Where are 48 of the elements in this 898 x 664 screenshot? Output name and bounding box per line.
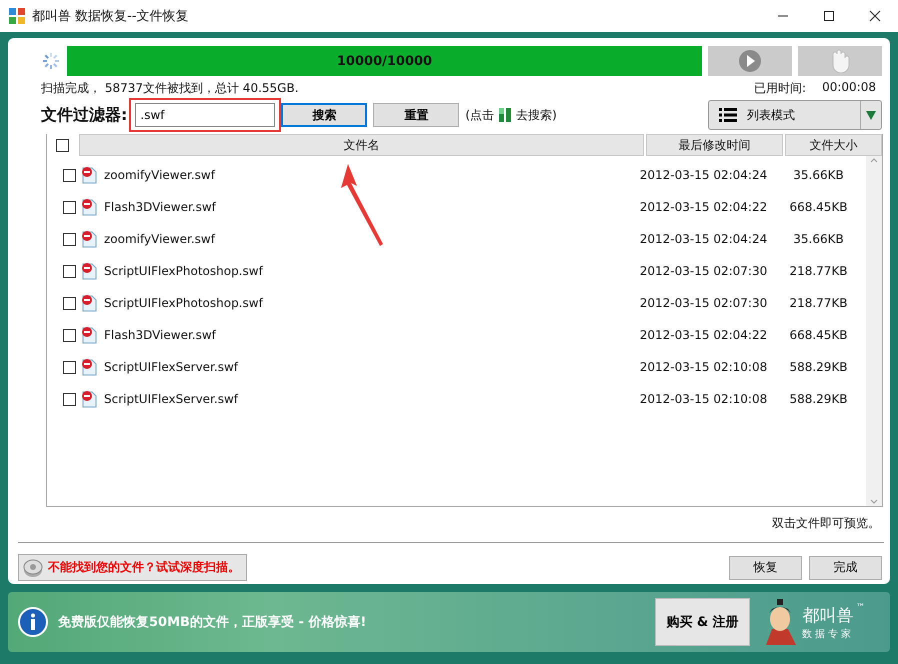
modified-time: 2012-03-15 02:04:22 xyxy=(638,328,768,342)
modified-time: 2012-03-15 02:10:08 xyxy=(638,360,768,374)
file-name: zoomifyViewer.swf xyxy=(104,232,216,246)
deep-scan-button[interactable]: 不能找到您的文件？试试深度扫描。 xyxy=(18,554,247,581)
logo-name: 都叫兽 xyxy=(802,604,854,626)
hint-text: (点击 xyxy=(465,106,494,124)
promo-text: 免费版仅能恢复50MB的文件，正版享受 - 价格惊喜! xyxy=(58,614,368,631)
filter-label: 文件过滤器: xyxy=(41,104,128,126)
file-size: 218.77KB xyxy=(788,296,849,310)
scan-status: 扫描完成， 58737文件被找到，总计 40.55GB. xyxy=(41,80,299,96)
modified-time: 2012-03-15 02:10:08 xyxy=(638,392,768,406)
modified-time: 2012-03-15 02:07:30 xyxy=(638,296,768,310)
progress-label: 10000/10000 xyxy=(336,52,434,70)
preview-hint: 双击文件即可预览。 xyxy=(772,516,880,530)
action-button[interactable]: 完成 xyxy=(809,556,882,580)
view-mode-dropdown[interactable]: 列表模式 xyxy=(708,100,882,130)
action-button[interactable]: 恢复 xyxy=(729,556,802,580)
filter-field[interactable]: .swf xyxy=(135,103,276,127)
file-size: 668.45KB xyxy=(788,200,849,214)
trademark-mark: ™ xyxy=(856,603,865,613)
logo-tagline: 数据专家 xyxy=(802,628,854,640)
buy-button[interactable]: 购买 & 注册 xyxy=(655,598,750,646)
file-name: Flash3DViewer.swf xyxy=(104,200,218,214)
file-name: ScriptUIFlexPhotoshop.swf xyxy=(104,296,264,310)
column-header[interactable]: 最后修改时间 xyxy=(646,134,783,156)
file-name: zoomifyViewer.swf xyxy=(104,168,216,182)
search-button[interactable]: 搜索 xyxy=(281,103,368,127)
file-size: 668.45KB xyxy=(788,328,849,342)
modified-time: 2012-03-15 02:04:24 xyxy=(638,168,768,182)
reset-button[interactable]: 重置 xyxy=(373,103,460,127)
file-size: 35.66KB xyxy=(792,168,845,182)
file-size: 218.77KB xyxy=(788,264,849,278)
file-name: ScriptUIFlexServer.swf xyxy=(104,360,240,374)
file-name: ScriptUIFlexPhotoshop.swf xyxy=(104,264,264,278)
modified-time: 2012-03-15 02:07:30 xyxy=(638,264,768,278)
file-size: 588.29KB xyxy=(788,392,849,406)
window-title: 都叫兽 数据恢复--文件恢复 xyxy=(32,8,190,25)
modified-time: 2012-03-15 02:04:24 xyxy=(638,232,768,246)
column-header[interactable]: 文件大小 xyxy=(785,134,882,156)
file-name: ScriptUIFlexServer.swf xyxy=(104,392,240,406)
elapsed-label: 已用时间: xyxy=(754,80,806,96)
modified-time: 2012-03-15 02:04:22 xyxy=(638,200,768,214)
file-name: Flash3DViewer.swf xyxy=(104,328,218,342)
file-size: 35.66KB xyxy=(792,232,845,246)
elapsed-time: 00:00:08 xyxy=(822,80,876,96)
file-size: 588.29KB xyxy=(788,360,849,374)
hint-text: 去搜索) xyxy=(516,106,557,124)
column-header[interactable]: 文件名 xyxy=(79,134,644,156)
